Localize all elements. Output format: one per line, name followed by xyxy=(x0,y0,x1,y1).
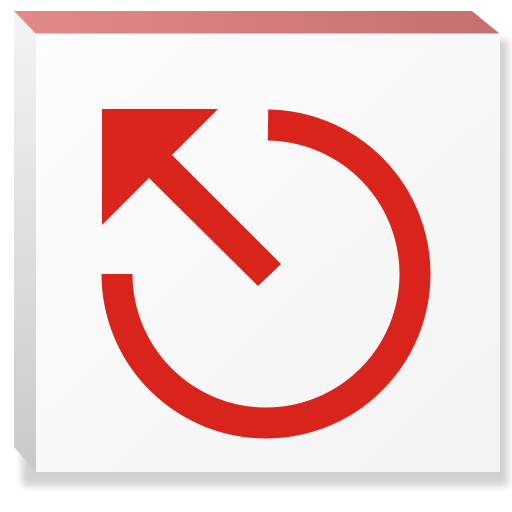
app-icon-tile[interactable] xyxy=(0,0,512,512)
restore-arrow-icon xyxy=(14,11,508,486)
tile-top-edge xyxy=(14,11,500,34)
tile-side-edge xyxy=(14,11,36,472)
